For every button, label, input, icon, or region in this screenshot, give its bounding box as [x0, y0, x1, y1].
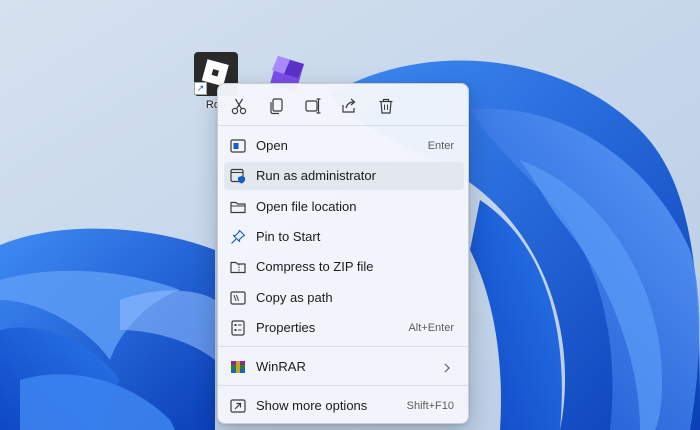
shortcut-arrow-icon: ↗	[194, 82, 207, 95]
winrar-icon	[230, 359, 246, 375]
pin-icon	[230, 229, 246, 245]
menu-item-label: Pin to Start	[256, 229, 321, 244]
shield-icon	[230, 168, 246, 184]
show-more-icon	[230, 398, 246, 414]
menu-item-label: Copy as path	[256, 290, 333, 305]
menu-item-label: Run as administrator	[256, 168, 376, 183]
menu-item-label: Properties	[256, 320, 316, 335]
copy-path-icon	[230, 290, 246, 306]
menu-item-shortcut: Enter	[427, 140, 454, 152]
menu-item-show-more-options[interactable]: Show more options Shift+F10	[224, 392, 464, 420]
menu-item-label: Show more options	[256, 398, 368, 413]
quick-actions-bar	[224, 92, 464, 120]
menu-item-label: Compress to ZIP file	[256, 259, 374, 274]
share-button[interactable]	[334, 92, 364, 120]
desktop: ↗ Rob Open Enter Run as administrator Op…	[0, 0, 700, 430]
context-menu: Open Enter Run as administrator Open fil…	[217, 83, 469, 424]
share-icon	[342, 98, 356, 113]
rename-icon	[305, 98, 321, 114]
menu-item-pin-to-start[interactable]: Pin to Start	[224, 223, 464, 251]
menu-item-copy-as-path[interactable]: Copy as path	[224, 284, 464, 312]
zip-folder-icon	[230, 259, 246, 275]
cut-button[interactable]	[224, 92, 254, 120]
delete-button[interactable]	[371, 92, 401, 120]
menu-item-run-as-administrator[interactable]: Run as administrator	[224, 162, 464, 190]
chevron-right-icon	[442, 361, 452, 373]
menu-item-properties[interactable]: Properties Alt+Enter	[224, 314, 464, 342]
menu-separator	[218, 346, 468, 347]
menu-item-compress-to-zip[interactable]: Compress to ZIP file	[224, 253, 464, 281]
copy-button[interactable]	[262, 92, 292, 120]
scissors-icon	[231, 98, 247, 115]
rename-button[interactable]	[298, 92, 328, 120]
menu-separator	[218, 385, 468, 386]
menu-item-label: Open	[256, 138, 288, 153]
menu-separator	[218, 125, 468, 126]
open-window-icon	[230, 138, 246, 154]
trash-icon	[379, 98, 393, 114]
menu-item-label: Open file location	[256, 199, 357, 214]
menu-item-open[interactable]: Open Enter	[224, 132, 464, 160]
menu-item-winrar[interactable]: WinRAR	[224, 353, 464, 381]
menu-item-open-file-location[interactable]: Open file location	[224, 193, 464, 221]
copy-icon	[270, 98, 283, 115]
menu-item-label: WinRAR	[256, 359, 306, 374]
properties-icon	[230, 320, 246, 336]
menu-item-shortcut: Shift+F10	[406, 400, 454, 412]
menu-item-shortcut: Alt+Enter	[408, 322, 454, 334]
folder-icon	[230, 199, 246, 215]
